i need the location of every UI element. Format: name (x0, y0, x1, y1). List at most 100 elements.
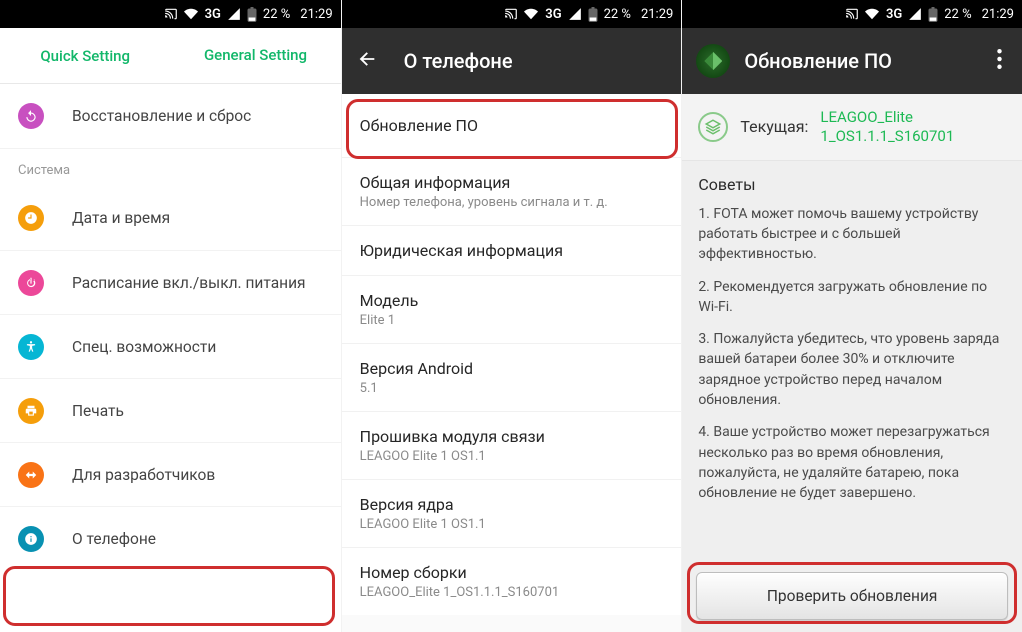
status-bar: 3G 22 % 21:29 (0, 0, 341, 28)
about-item-build-number[interactable]: Номер сборки LEAGOO_Elite 1_OS1.1.1_S160… (342, 547, 682, 615)
check-button-wrap: Проверить обновления (682, 560, 1022, 632)
battery-icon (588, 7, 598, 22)
settings-screen: 3G 22 % 21:29 Quick Setting General Sett… (0, 0, 341, 632)
about-item-baseband[interactable]: Прошивка модуля связи LEAGOO Elite 1 OS1… (342, 411, 682, 479)
about-item-title: Номер сборки (360, 563, 664, 582)
setting-row-print[interactable]: Печать (0, 378, 341, 442)
arrow-back-icon (356, 48, 378, 70)
about-item-general-info[interactable]: Общая информация Номер телефона, уровень… (342, 157, 682, 225)
appbar: Обновление ПО (682, 28, 1022, 94)
check-updates-button[interactable]: Проверить обновления (696, 572, 1008, 620)
setting-label: Расписание вкл./выкл. питания (72, 274, 306, 292)
about-item-title: Обновление ПО (360, 116, 664, 135)
setting-row-backup-reset[interactable]: Восстановление и сброс (0, 84, 341, 148)
network-label: 3G (205, 7, 221, 22)
screencast-icon (504, 7, 518, 21)
about-item-software-update[interactable]: Обновление ПО (342, 94, 682, 157)
setting-label: Для разработчиков (72, 466, 215, 484)
signal-icon (568, 7, 582, 21)
about-item-title: Юридическая информация (360, 241, 664, 260)
time-label: 21:29 (641, 7, 673, 22)
clock-icon (18, 205, 44, 231)
battery-icon (928, 7, 938, 22)
tab-general-setting[interactable]: General Setting (170, 28, 340, 83)
setting-label: Дата и время (72, 209, 170, 227)
tips-section: Советы 1. FOTA может помочь вашему устро… (682, 161, 1022, 561)
wifi-icon (523, 7, 539, 21)
tip-item: 2. Рекомендуется загружать обновление по… (698, 277, 1006, 318)
setting-label: Восстановление и сброс (72, 107, 251, 125)
battery-label: 22 % (944, 7, 971, 22)
about-item-title: Версия ядра (360, 495, 664, 514)
setting-row-power-schedule[interactable]: Расписание вкл./выкл. питания (0, 250, 341, 314)
about-item-sub: Номер телефона, уровень сигнала и т. д. (360, 195, 664, 210)
status-bar: 3G 22 % 21:29 (342, 0, 682, 28)
software-update-screen: 3G 22 % 21:29 Обновление ПО Текущая: LEA… (681, 0, 1022, 632)
signal-icon (227, 7, 241, 21)
setting-row-developer[interactable]: Для разработчиков (0, 442, 341, 506)
section-header-system: Система (0, 148, 341, 186)
status-icons (845, 7, 880, 21)
wifi-icon (183, 7, 199, 21)
restore-icon (18, 103, 44, 129)
battery-icon (247, 7, 257, 22)
about-item-sub: 5.1 (360, 381, 664, 396)
tip-item: 3. Пожалуйста убедитесь, что уровень зар… (698, 329, 1006, 410)
tip-item: 1. FOTA может помочь вашему устройству р… (698, 204, 1006, 265)
status-icons (164, 7, 199, 21)
appbar: О телефоне (342, 28, 682, 94)
accessibility-icon (18, 334, 44, 360)
battery-label: 22 % (604, 7, 631, 22)
about-item-title: Прошивка модуля связи (360, 427, 664, 446)
network-label: 3G (886, 7, 902, 22)
about-item-sub: LEAGOO_Elite 1_OS1.1.1_S160701 (360, 585, 664, 600)
current-version: LEAGOO_Elite 1_OS1.1.1_S160701 (820, 108, 1006, 146)
appbar-title: Обновление ПО (744, 49, 892, 73)
appbar-title: О телефоне (404, 49, 513, 73)
about-item-title: Версия Android (360, 359, 664, 378)
setting-row-about-phone[interactable]: О телефоне (0, 506, 341, 570)
about-item-title: Модель (360, 291, 664, 310)
tips-title: Советы (698, 173, 1006, 196)
tab-quick-setting[interactable]: Quick Setting (0, 28, 170, 83)
setting-row-accessibility[interactable]: Спец. возможности (0, 314, 341, 378)
about-item-sub: LEAGOO Elite 1 OS1.1 (360, 449, 664, 464)
back-button[interactable] (356, 48, 378, 74)
about-item-title: Общая информация (360, 173, 664, 192)
status-icons (504, 7, 539, 21)
layers-icon (698, 112, 728, 142)
screencast-icon (845, 7, 859, 21)
battery-label: 22 % (263, 7, 290, 22)
signal-icon (908, 7, 922, 21)
time-label: 21:29 (300, 7, 332, 22)
settings-list: Восстановление и сброс Система Дата и вр… (0, 84, 341, 632)
about-item-sub: Elite 1 (360, 313, 664, 328)
about-item-legal[interactable]: Юридическая информация (342, 225, 682, 275)
setting-label: Печать (72, 402, 124, 420)
overflow-menu-button[interactable] (991, 43, 1008, 79)
time-label: 21:29 (982, 7, 1014, 22)
about-item-sub: LEAGOO Elite 1 OS1.1 (360, 517, 664, 532)
about-phone-screen: 3G 22 % 21:29 О телефоне Обновление ПО О… (341, 0, 682, 632)
developer-icon (18, 462, 44, 488)
print-icon (18, 398, 44, 424)
about-list: Обновление ПО Общая информация Номер тел… (342, 94, 682, 632)
wifi-icon (864, 7, 880, 21)
tip-item: 4. Ваше устройство может перезагружаться… (698, 422, 1006, 503)
current-version-row: Текущая: LEAGOO_Elite 1_OS1.1.1_S160701 (682, 94, 1022, 161)
info-icon (18, 526, 44, 552)
about-item-model[interactable]: Модель Elite 1 (342, 275, 682, 343)
setting-row-date-time[interactable]: Дата и время (0, 186, 341, 250)
current-label: Текущая: (740, 117, 808, 136)
settings-tabs: Quick Setting General Setting (0, 28, 341, 84)
power-icon (18, 270, 44, 296)
app-logo-icon (696, 44, 730, 78)
setting-label: О телефоне (72, 530, 156, 548)
status-bar: 3G 22 % 21:29 (682, 0, 1022, 28)
network-label: 3G (545, 7, 561, 22)
about-item-kernel[interactable]: Версия ядра LEAGOO Elite 1 OS1.1 (342, 479, 682, 547)
about-item-android-version[interactable]: Версия Android 5.1 (342, 343, 682, 411)
screencast-icon (164, 7, 178, 21)
more-vert-icon (997, 49, 1002, 69)
setting-label: Спец. возможности (72, 338, 216, 356)
